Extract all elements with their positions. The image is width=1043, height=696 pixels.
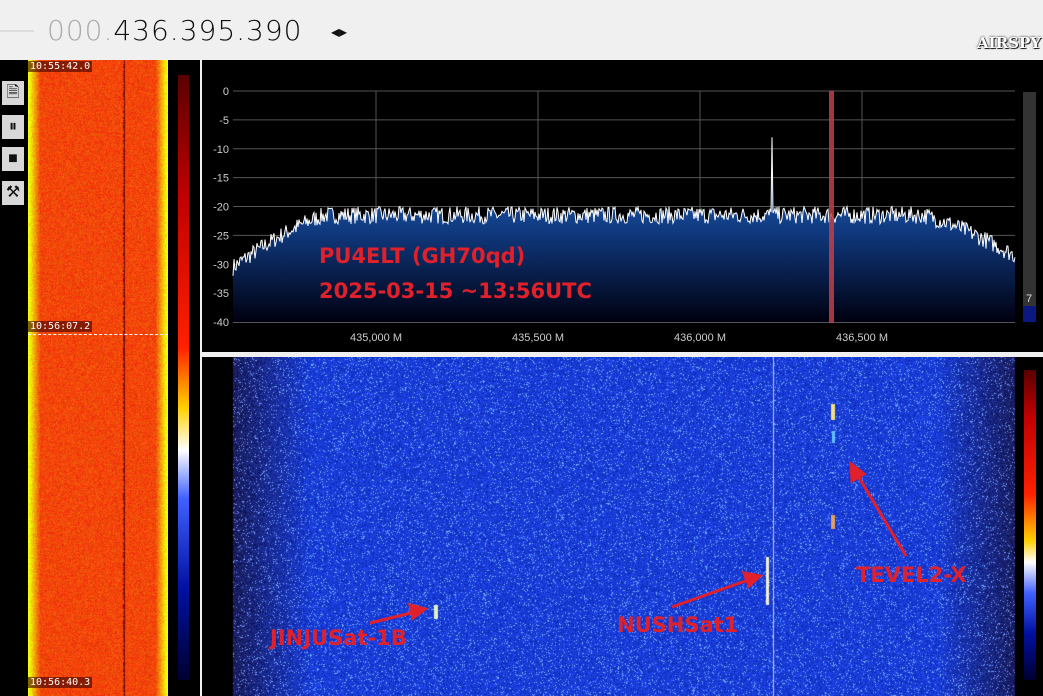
arrow-head: [849, 460, 867, 484]
label-jinjusat: JINJUSat-1B: [270, 626, 407, 650]
label-nushsat: NUSHSat1: [617, 613, 739, 637]
annotation-arrows: [369, 460, 908, 625]
arrow-head: [407, 602, 429, 621]
label-tevel: TEVEL2-X: [856, 563, 967, 587]
arrow-head: [741, 571, 764, 589]
